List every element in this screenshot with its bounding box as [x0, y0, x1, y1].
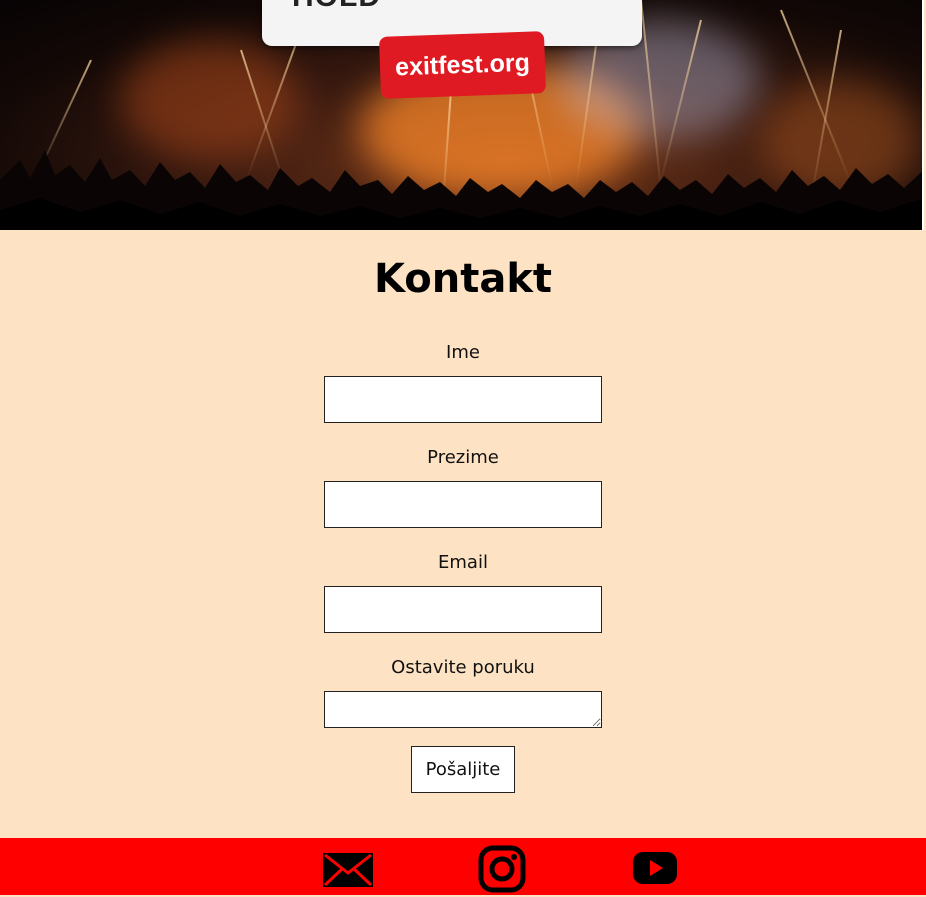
- message-label: Ostavite poruku: [391, 657, 535, 678]
- crowd-silhouette: [0, 150, 924, 230]
- last-name-input[interactable]: [324, 481, 602, 528]
- youtube-icon[interactable]: [632, 851, 678, 889]
- last-name-field: Prezime: [0, 441, 926, 528]
- email-label: Email: [438, 552, 488, 573]
- instagram-icon[interactable]: [478, 845, 526, 897]
- first-name-field: Ime: [0, 336, 926, 423]
- footer: [0, 838, 926, 895]
- last-name-label: Prezime: [427, 447, 499, 468]
- email-input[interactable]: [324, 586, 602, 633]
- message-field: Ostavite poruku: [0, 651, 926, 728]
- site-tag: exitfest.org: [378, 31, 547, 99]
- hero-image: HOLD exitfest.org: [0, 0, 924, 230]
- email-field: Email: [0, 546, 926, 633]
- submit-button[interactable]: Pošaljite: [411, 746, 515, 793]
- first-name-label: Ime: [446, 342, 480, 363]
- contact-form: Ime Prezime Email Ostavite poruku Pošalj…: [0, 336, 926, 793]
- page-title: Kontakt: [373, 256, 553, 302]
- banner-text: HOLD: [292, 0, 381, 14]
- first-name-input[interactable]: [324, 376, 602, 423]
- mail-icon[interactable]: [322, 851, 374, 893]
- message-textarea[interactable]: [324, 691, 602, 728]
